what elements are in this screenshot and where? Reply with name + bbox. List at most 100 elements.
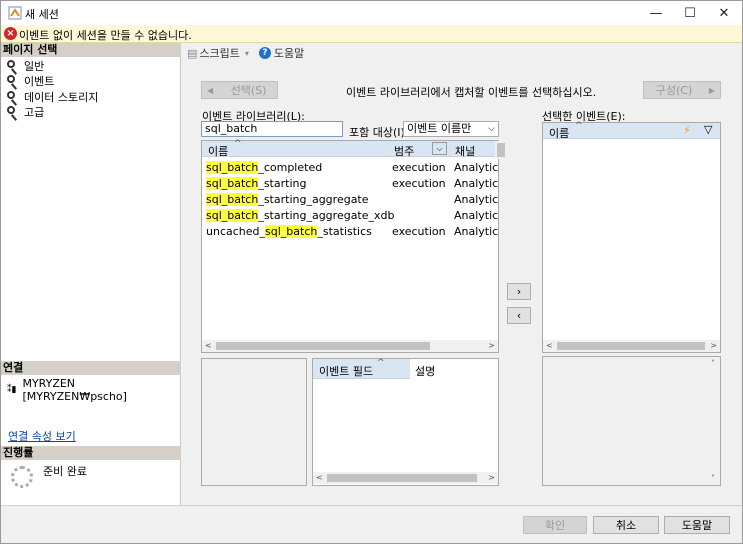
filter-icon[interactable]: ▽ [704, 123, 712, 136]
title-bar: 새 세션 — ☐ ✕ [1, 1, 742, 25]
lightning-icon[interactable]: ⚡ [683, 124, 691, 137]
col-header-channel[interactable]: 채널 [455, 143, 475, 159]
table-horizontal-scrollbar[interactable]: < > [202, 340, 498, 352]
event-category: execution [392, 177, 446, 190]
script-label: 스크립트 [199, 47, 240, 60]
event-name: sql_batch_starting_aggregate [206, 193, 369, 206]
scroll-right-icon[interactable]: > [488, 341, 495, 350]
wrench-icon [5, 90, 21, 104]
error-banner: × 이벤트 없이 세션을 만들 수 없습니다. [1, 25, 742, 43]
fields-horizontal-scrollbar[interactable]: < > [313, 472, 498, 484]
filter-dropdown-icon[interactable]: ⌵ [432, 142, 447, 155]
minimize-button[interactable]: — [639, 1, 673, 25]
include-select-value: 이벤트 이름만 [407, 122, 472, 135]
selected-col-name[interactable]: 이름 [549, 125, 569, 141]
maximize-button[interactable]: ☐ [673, 1, 707, 25]
session-app-icon [8, 6, 22, 20]
configure-button-label: 구성(C) [655, 84, 693, 97]
progress-status: 준비 완료 [43, 465, 87, 478]
ok-button[interactable]: 확인 [523, 516, 587, 534]
event-category: execution [392, 225, 446, 238]
include-label: 포함 대상(I) [349, 126, 405, 139]
close-button[interactable]: ✕ [707, 1, 741, 25]
event-name: sql_batch_completed [206, 161, 323, 174]
scroll-up-icon[interactable]: ˄ [711, 359, 715, 368]
window-title: 새 세션 [25, 8, 59, 21]
include-select[interactable]: 이벤트 이름만 ⌵ [403, 121, 499, 137]
help-icon: ? [258, 47, 271, 59]
chevron-right-icon: ▶ [708, 85, 715, 95]
table-header-scroll [495, 141, 507, 159]
add-event-button[interactable]: › [507, 283, 531, 300]
sort-asc-icon: ^ [575, 121, 583, 131]
page-item-label: 데이터 스토리지 [24, 90, 99, 104]
new-session-dialog: 새 세션 — ☐ ✕ × 이벤트 없이 세션을 만들 수 없습니다. 페이지 선… [0, 0, 743, 544]
scroll-left-icon[interactable]: < [205, 341, 212, 350]
selected-horizontal-scrollbar[interactable]: < > [543, 340, 720, 352]
sort-asc-icon: ^ [234, 139, 242, 149]
table-row[interactable]: uncached_sql_batch_statistics execution … [202, 223, 499, 239]
scroll-right-icon[interactable]: > [710, 341, 717, 350]
table-row[interactable]: sql_batch_completed execution Analytic [202, 159, 499, 175]
fields-col-field[interactable]: 이벤트 필드 [319, 363, 373, 379]
error-message: 이벤트 없이 세션을 만들 수 없습니다. [19, 29, 192, 42]
view-connection-properties-link[interactable]: 연결 속성 보기 [8, 428, 76, 444]
page-item-events[interactable]: 이벤트 [5, 73, 54, 88]
event-channel: Analytic [454, 225, 499, 238]
page-item-general[interactable]: 일반 [5, 58, 44, 73]
event-library-table: 이름 ^ 범주 ⌵ 채널 sql_batch_completed executi… [201, 139, 507, 353]
event-name: sql_batch_starting [206, 177, 307, 190]
table-row[interactable]: sql_batch_starting_aggregate Analytic [202, 191, 499, 207]
configure-button[interactable]: 구성(C) ▶ [643, 81, 721, 99]
sort-asc-icon: ^ [377, 358, 385, 368]
cancel-button[interactable]: 취소 [593, 516, 659, 534]
page-item-data-storage[interactable]: 데이터 스토리지 [5, 89, 98, 104]
connection-server: MYRYZEN [MYRYZEN₩pscho] [22, 377, 127, 403]
help-toolbar-button[interactable]: ? 도움말 [258, 45, 304, 61]
col-header-category[interactable]: 범주 [394, 143, 414, 159]
page-item-advanced[interactable]: 고급 [5, 104, 44, 119]
details-vertical-scrollbar[interactable]: ˄ ˅ [708, 357, 720, 485]
wrench-icon [5, 105, 21, 119]
page-item-label: 고급 [24, 105, 45, 119]
scroll-down-icon[interactable]: ˅ [711, 474, 715, 483]
table-row[interactable]: sql_batch_starting execution Analytic [202, 175, 499, 191]
scroll-right-icon[interactable]: > [488, 473, 495, 482]
selected-events-list[interactable]: 이름 ^ ⚡ ▽ < > [542, 121, 721, 353]
wrench-icon [5, 59, 21, 73]
col-header-name[interactable]: 이름 [208, 143, 228, 159]
server-icon: ⁑▮ [7, 385, 17, 395]
event-channel: Analytic [454, 193, 499, 206]
error-icon: × [4, 27, 17, 40]
connection-info: ⁑▮ MYRYZEN [MYRYZEN₩pscho] [7, 377, 180, 403]
event-name: sql_batch_starting_aggregate_xdb [206, 209, 395, 222]
table-row[interactable]: sql_batch_starting_aggregate_xdb Analyti… [202, 207, 499, 223]
chevron-left-icon: ◀ [207, 85, 214, 95]
event-category: execution [392, 161, 446, 174]
select-button-label: 선택(S) [230, 84, 267, 97]
event-description-panel [201, 358, 307, 486]
progress-spinner-icon [11, 466, 33, 488]
event-name: uncached_sql_batch_statistics [206, 225, 372, 238]
fields-desc-header: 설명 [410, 359, 498, 379]
scroll-left-icon[interactable]: < [316, 473, 323, 482]
script-button[interactable]: ▤ 스크립트 ▾ [187, 45, 249, 61]
progress-header: 진행률 [1, 446, 181, 460]
page-select-header: 페이지 선택 [1, 43, 181, 57]
chevron-down-icon: ▾ [244, 48, 249, 58]
selected-event-details-panel: ˄ ˅ [542, 356, 721, 486]
toolbar: ▤ 스크립트 ▾ ? 도움말 [182, 43, 742, 63]
help-button[interactable]: 도움말 [664, 516, 730, 534]
script-icon: ▤ [187, 46, 198, 60]
event-channel: Analytic [454, 177, 499, 190]
select-button[interactable]: ◀ 선택(S) [201, 81, 278, 99]
event-search-input[interactable]: sql_batch [201, 121, 343, 137]
scroll-left-icon[interactable]: < [546, 341, 553, 350]
fields-col-description[interactable]: 설명 [415, 363, 435, 379]
page-item-label: 일반 [24, 59, 45, 73]
event-channel: Analytic [454, 209, 499, 222]
remove-event-button[interactable]: ‹ [507, 307, 531, 324]
event-channel: Analytic [454, 161, 499, 174]
connection-header: 연결 [1, 361, 181, 375]
table-header: 이름 ^ 범주 ⌵ 채널 [202, 139, 495, 159]
